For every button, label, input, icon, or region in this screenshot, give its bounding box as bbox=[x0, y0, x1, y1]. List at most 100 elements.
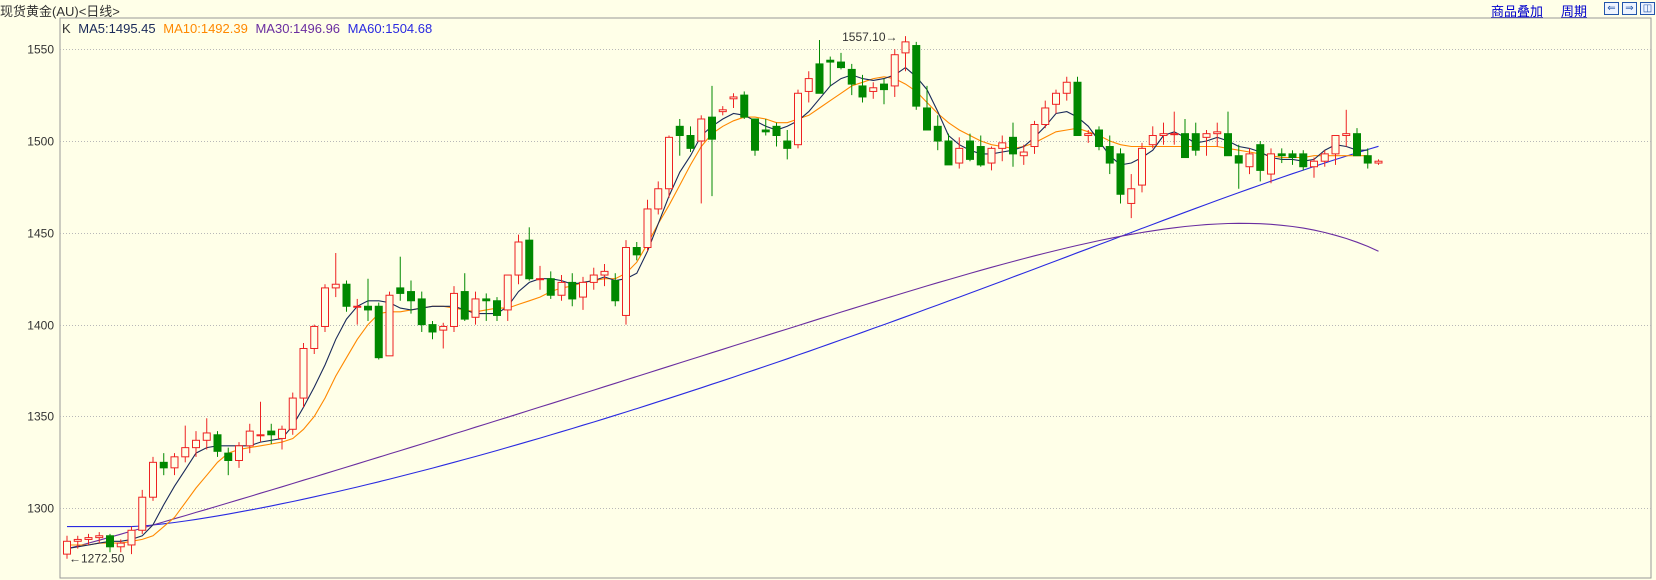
candle-up bbox=[138, 489, 147, 534]
candle-down bbox=[546, 271, 555, 299]
candle-up bbox=[1084, 130, 1093, 143]
candle-down bbox=[396, 256, 405, 301]
candle-down bbox=[837, 52, 845, 70]
candle-up bbox=[310, 324, 319, 354]
ma30-line bbox=[66, 222, 1379, 550]
candle-up bbox=[385, 291, 394, 357]
candle-up bbox=[503, 274, 512, 321]
candle-down bbox=[1191, 122, 1200, 156]
candle-down bbox=[1277, 148, 1286, 164]
candle-up bbox=[718, 106, 727, 116]
candle-down bbox=[847, 63, 856, 96]
legend-ma5: MA5:1495.45 bbox=[78, 21, 156, 36]
candle-up bbox=[256, 401, 265, 443]
candle-up bbox=[901, 36, 910, 72]
candle-up bbox=[1202, 130, 1211, 156]
candle-up bbox=[181, 425, 190, 463]
candle-up bbox=[600, 264, 609, 287]
ma10-line bbox=[67, 76, 1368, 546]
candle-up bbox=[235, 442, 243, 468]
candle-up bbox=[1267, 148, 1275, 184]
candle-up bbox=[202, 418, 211, 450]
candle-up bbox=[95, 532, 104, 544]
candle-down bbox=[1234, 144, 1243, 189]
candle-up bbox=[1052, 89, 1060, 114]
legend-ma60: MA60:1504.68 bbox=[347, 21, 433, 36]
candle-up bbox=[450, 286, 458, 332]
candle-up bbox=[1213, 122, 1222, 147]
candle-down bbox=[751, 118, 759, 156]
legend-ma30: MA30:1496.96 bbox=[255, 21, 341, 36]
candle-up bbox=[869, 82, 878, 99]
y-tick-label: 1450 bbox=[27, 227, 54, 241]
candle-up bbox=[804, 71, 813, 103]
plot-frame bbox=[59, 17, 1652, 579]
ma-legend: K MA5:1495.45 MA10:1492.39 MA30:1496.96 … bbox=[62, 21, 436, 36]
legend-ma10: MA10:1492.39 bbox=[163, 21, 248, 36]
candle-up bbox=[890, 49, 899, 97]
candle-down bbox=[912, 41, 921, 110]
candle-up bbox=[643, 199, 652, 252]
candle-up bbox=[514, 234, 523, 285]
candle-down bbox=[783, 130, 792, 160]
max-price-label: 1557.10→ bbox=[842, 30, 897, 44]
candle-down bbox=[686, 126, 695, 153]
candle-up bbox=[170, 453, 179, 476]
candle-down bbox=[815, 40, 824, 94]
candle-down bbox=[966, 133, 974, 162]
candle-up bbox=[987, 146, 996, 171]
candlestick-chart[interactable]: 1300 1350 1400 1450 1500 1550 1557.10→ ←1272.5… bbox=[0, 0, 1656, 580]
candle-up bbox=[331, 253, 340, 298]
candle-up bbox=[439, 322, 448, 349]
candle-down bbox=[482, 293, 491, 321]
candle-up bbox=[149, 456, 157, 501]
candle-down bbox=[364, 278, 372, 321]
candle-up bbox=[665, 135, 673, 198]
candle-down bbox=[428, 320, 437, 340]
candle-down bbox=[933, 115, 942, 151]
candle-down bbox=[460, 273, 469, 321]
candle-up bbox=[1127, 174, 1136, 219]
candle-down bbox=[1256, 141, 1265, 182]
candle-down bbox=[1353, 128, 1361, 157]
candle-down bbox=[493, 297, 501, 321]
candle-down bbox=[417, 291, 426, 332]
y-tick-label: 1550 bbox=[27, 43, 54, 57]
candle-down bbox=[772, 122, 781, 147]
ma5-line bbox=[66, 66, 1368, 550]
candle-up bbox=[278, 425, 286, 450]
candle-down bbox=[1288, 150, 1297, 165]
candle-up bbox=[1374, 159, 1383, 165]
candle-down bbox=[1299, 150, 1308, 171]
candle-up bbox=[1170, 111, 1179, 145]
candle-down bbox=[880, 78, 888, 105]
candle-down bbox=[740, 91, 749, 119]
y-tick-label: 1300 bbox=[27, 502, 54, 516]
candle-down bbox=[1181, 118, 1189, 159]
candle-down bbox=[342, 280, 351, 312]
candle-up bbox=[589, 267, 598, 290]
legend-k: K bbox=[62, 21, 71, 36]
y-tick-label: 1400 bbox=[27, 319, 54, 333]
candle-down bbox=[944, 133, 953, 166]
ma60-line bbox=[67, 145, 1379, 528]
candle-up bbox=[557, 275, 566, 301]
candle-down bbox=[159, 453, 168, 476]
candle-up bbox=[998, 135, 1007, 162]
candle-up bbox=[1138, 142, 1146, 193]
candle-down bbox=[923, 85, 931, 131]
candle-up bbox=[794, 89, 802, 149]
candle-up bbox=[654, 181, 663, 215]
candle-down bbox=[1116, 148, 1125, 204]
candle-down bbox=[568, 273, 577, 307]
candle-up bbox=[1342, 109, 1351, 147]
candle-down bbox=[407, 280, 415, 314]
candle-up bbox=[127, 526, 136, 555]
candle-down bbox=[525, 227, 534, 281]
candle-up bbox=[321, 284, 329, 332]
candle-down bbox=[826, 56, 835, 86]
candle-up bbox=[1041, 100, 1050, 129]
candle-up bbox=[192, 431, 200, 457]
candle-up bbox=[288, 392, 297, 435]
candle-down bbox=[374, 302, 383, 360]
